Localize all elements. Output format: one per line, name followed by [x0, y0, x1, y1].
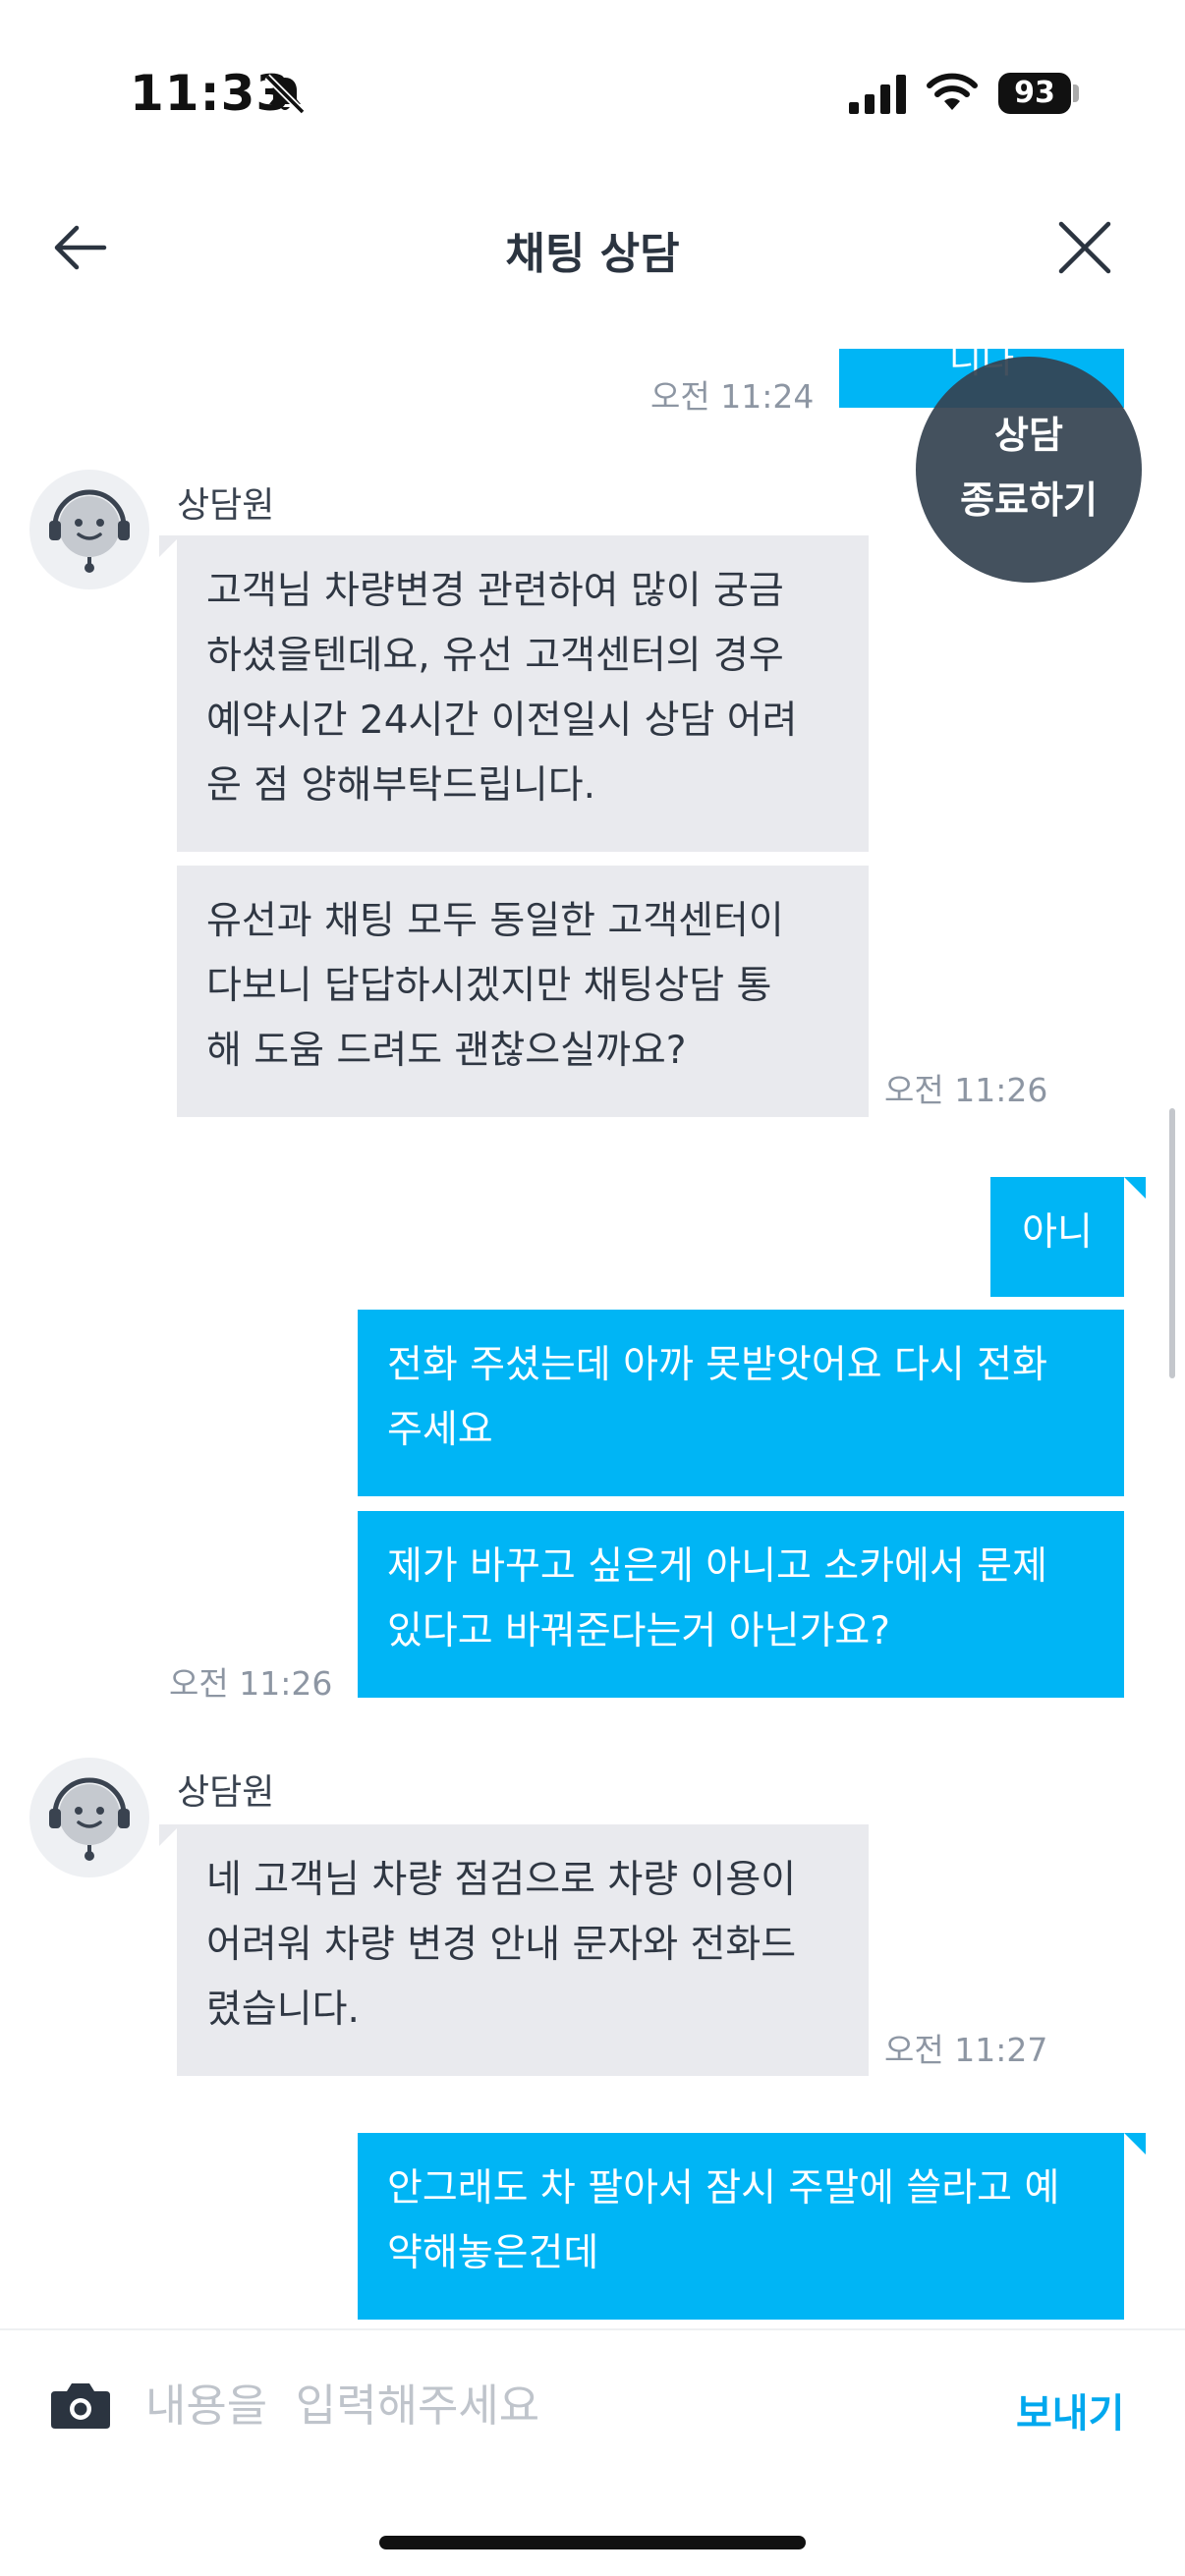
message-line: 네 고객님 차량 점검으로 차량 이용이 — [206, 1858, 797, 1902]
message-time: 오전 11:26 — [884, 1071, 1048, 1109]
message-line: 렸습니다. — [206, 1988, 360, 2032]
message-line: 전화 주셨는데 아까 못받앗어요 다시 전화 — [387, 1343, 1047, 1387]
message-line: 약해놓은건데 — [387, 2231, 599, 2275]
wifi-icon — [927, 73, 978, 110]
user-message-bubble: 안그래도 차 팔아서 잠시 주말에 쓸라고 예 약해놓은건데 — [358, 2133, 1124, 2320]
message-line: 어려워 차량 변경 안내 문자와 전화드 — [206, 1923, 797, 1967]
user-message-bubble: 제가 바꾸고 싶은게 아니고 소카에서 문제 있다고 바꿔준다는거 아닌가요? — [358, 1511, 1124, 1698]
chat-messages[interactable]: 접수해드리겠습니다 오전 11:24 상담원 고객님 차량변경 관련하여 많이 … — [0, 349, 1185, 2328]
page-title: 채팅 상담 — [505, 229, 680, 279]
signal-icon — [849, 75, 906, 114]
message-line: 안그래도 차 팔아서 잠시 주말에 쓸라고 예 — [387, 2166, 1060, 2211]
agent-message-bubble: 네 고객님 차량 점검으로 차량 이용이 어려워 차량 변경 안내 문자와 전화… — [177, 1824, 869, 2076]
bubble-tail — [1124, 1177, 1146, 1199]
scrollbar[interactable] — [1169, 1108, 1175, 1378]
battery-indicator: 93 — [998, 73, 1071, 114]
message-line: 있다고 바꿔준다는거 아닌가요? — [387, 1609, 890, 1653]
end-button-line: 상담 — [994, 414, 1063, 457]
message-line: 유선과 채팅 모두 동일한 고객센터이 — [206, 899, 784, 943]
message-time: 오전 11:27 — [884, 2031, 1048, 2069]
send-button[interactable]: 보내기 — [1016, 2381, 1124, 2438]
camera-icon[interactable] — [49, 2380, 112, 2431]
end-button-line: 종료하기 — [960, 478, 1098, 522]
message-line: 주세요 — [387, 1408, 493, 1452]
end-consultation-button[interactable]: 상담 종료하기 — [916, 357, 1142, 583]
message-time: 오전 11:26 — [169, 1664, 333, 1703]
message-line: 운 점 양해부탁드립니다. — [206, 763, 595, 808]
bell-muted-icon — [264, 74, 306, 115]
message-line: 해 도움 드려도 괜찮으실까요? — [206, 1029, 687, 1073]
agent-message-bubble: 고객님 차량변경 관련하여 많이 궁금 하셨을텐데요, 유선 고객센터의 경우 … — [177, 535, 869, 852]
message-line: 제가 바꾸고 싶은게 아니고 소카에서 문제 — [387, 1544, 1047, 1589]
message-line: 다보니 답답하시겠지만 채팅상담 통 — [206, 964, 772, 1008]
message-line: 고객님 차량변경 관련하여 많이 궁금 — [206, 569, 784, 613]
chat-header: 채팅 상담 — [0, 187, 1185, 305]
status-bar: 11:33 93 — [0, 0, 1185, 187]
agent-robot-icon — [49, 489, 130, 573]
user-message-bubble: 아니 — [990, 1177, 1124, 1297]
agent-robot-icon — [49, 1777, 130, 1861]
agent-name: 상담원 — [177, 485, 275, 526]
agent-avatar — [29, 470, 149, 589]
user-message-bubble: 전화 주셨는데 아까 못받앗어요 다시 전화 주세요 — [358, 1310, 1124, 1496]
message-input[interactable] — [145, 2366, 981, 2444]
message-time: 오전 11:24 — [650, 377, 815, 416]
agent-name: 상담원 — [177, 1772, 275, 1813]
home-indicator — [379, 2536, 806, 2549]
agent-message-bubble: 유선과 채팅 모두 동일한 고객센터이 다보니 답답하시겠지만 채팅상담 통 해… — [177, 866, 869, 1117]
message-line: 예약시간 24시간 이전일시 상담 어려 — [206, 699, 798, 743]
bubble-tail — [1124, 2133, 1146, 2155]
battery-tip — [1073, 84, 1079, 102]
message-line: 아니 — [1022, 1210, 1093, 1255]
message-line: 하셨을텐데요, 유선 고객센터의 경우 — [206, 634, 784, 678]
agent-avatar — [29, 1758, 149, 1877]
close-icon[interactable] — [1055, 218, 1114, 277]
